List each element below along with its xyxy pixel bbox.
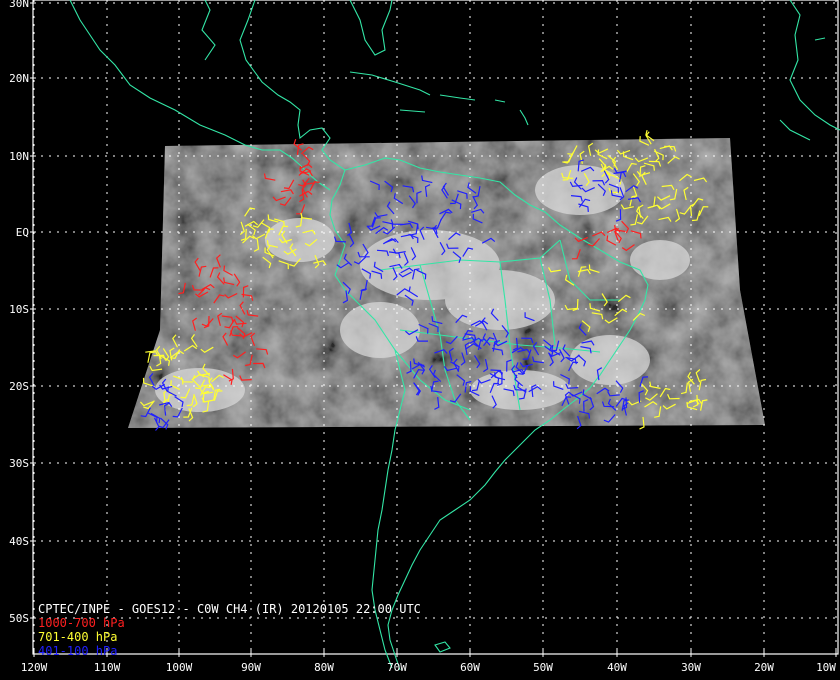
longitude-label: 80W — [314, 661, 334, 674]
satellite-swath — [128, 138, 765, 428]
longitude-label: 10W — [816, 661, 836, 674]
longitude-label: 70W — [387, 661, 407, 674]
latitude-label: 10N — [9, 150, 29, 163]
latitude-label: 30N — [9, 0, 29, 10]
longitude-label: 110W — [94, 661, 121, 674]
latitude-label: 20N — [9, 72, 29, 85]
map-title: CPTEC/INPE - GOES12 - C0W CH4 (IR) 20120… — [38, 602, 421, 616]
latitude-label: 50S — [9, 612, 29, 625]
longitude-label: 30W — [681, 661, 701, 674]
legend-high-level: 401-100 hPa — [38, 644, 118, 658]
longitude-label: 40W — [607, 661, 627, 674]
latitude-label: 30S — [9, 457, 29, 470]
longitude-label: 60W — [460, 661, 480, 674]
satellite-wind-map: 30N 20N 10N EQ 10S 20S 30S 40S 50S 120W 110W 100W 90… — [9, 0, 840, 674]
legend-low-level: 1000-700 hPa — [38, 616, 125, 630]
longitude-label: 120W — [21, 661, 48, 674]
latitude-label: 40S — [9, 535, 29, 548]
latitude-label: EQ — [16, 226, 29, 239]
longitude-label: 50W — [533, 661, 553, 674]
longitude-label: 100W — [166, 661, 193, 674]
legend-mid-level: 701-400 hPa — [38, 630, 118, 644]
longitude-label: 20W — [754, 661, 774, 674]
wind-barb — [645, 129, 655, 142]
latitude-label: 20S — [9, 380, 29, 393]
latitude-label: 10S — [9, 303, 29, 316]
longitude-label: 90W — [241, 661, 261, 674]
